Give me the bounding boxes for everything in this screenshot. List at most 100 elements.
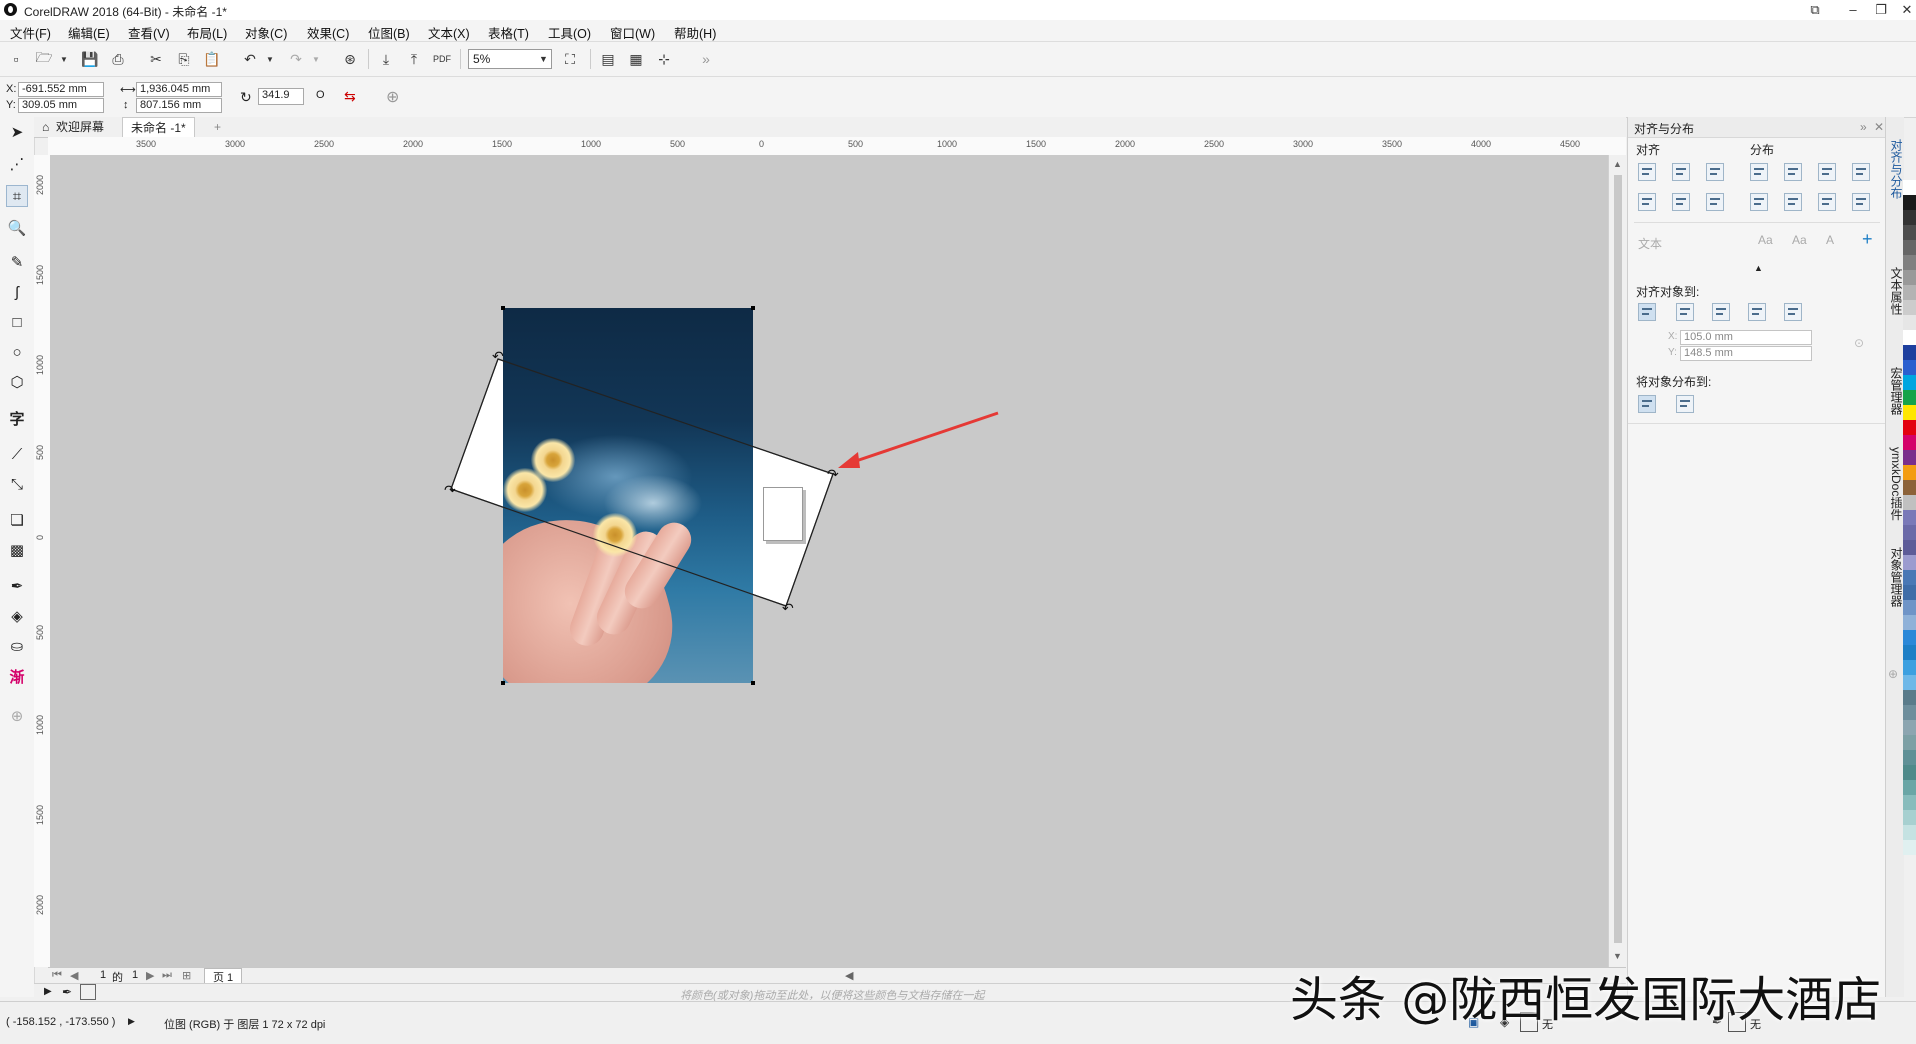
smart-fill-icon[interactable]: ⛀	[6, 635, 28, 657]
palette-swatch[interactable]	[1903, 825, 1916, 840]
palette-swatch[interactable]	[1903, 525, 1916, 540]
docker-collapse-icon[interactable]: »	[1860, 120, 1867, 134]
gradient-plugin-icon[interactable]: 渐	[6, 665, 28, 687]
transparency-icon[interactable]: ▩	[6, 539, 28, 561]
palette-swatch[interactable]	[1903, 465, 1916, 480]
toolbar-overflow-icon[interactable]: »	[696, 49, 716, 69]
text-first-baseline-icon[interactable]: Aa	[1758, 233, 1773, 247]
connector-tool-icon[interactable]: ⤡	[6, 473, 28, 495]
palette-swatch[interactable]	[1903, 615, 1916, 630]
next-page-icon[interactable]: ▶	[146, 969, 154, 982]
undo-dropdown-icon[interactable]: ▼	[260, 49, 280, 69]
print-icon[interactable]: ⎙	[108, 49, 128, 69]
tab-document[interactable]: 未命名 -1*	[122, 117, 195, 138]
undo-icon[interactable]: ↶	[240, 49, 260, 69]
palette-swatch[interactable]	[1903, 480, 1916, 495]
menu-help[interactable]: 帮助(H)	[674, 23, 716, 42]
align-center-h-icon[interactable]	[1672, 163, 1690, 181]
paste-icon[interactable]: 📋	[202, 49, 222, 69]
distribute-left-icon[interactable]	[1750, 163, 1768, 181]
zoom-tool-icon[interactable]: 🔍	[6, 217, 28, 239]
palette-swatch[interactable]	[1903, 390, 1916, 405]
crop-tool-icon[interactable]: ⌗	[6, 185, 28, 207]
palette-swatch[interactable]	[1903, 690, 1916, 705]
status-expand-icon[interactable]: ▶	[128, 1016, 135, 1027]
align-top-icon[interactable]	[1638, 193, 1656, 211]
publish-pdf-icon[interactable]: PDF	[432, 49, 452, 69]
palette-swatch[interactable]	[1903, 495, 1916, 510]
palette-swatch[interactable]	[1903, 345, 1916, 360]
section-collapse-icon[interactable]: ▲	[1754, 263, 1763, 273]
close-button[interactable]: ✕	[1892, 0, 1916, 20]
align-center-v-icon[interactable]	[1672, 193, 1690, 211]
align-to-active-objects-icon[interactable]	[1638, 303, 1656, 321]
eyedropper-icon[interactable]: ✒	[6, 575, 28, 597]
y-position-field[interactable]: 309.05 mm	[18, 98, 104, 113]
distribute-bottom-icon[interactable]	[1852, 193, 1870, 211]
palette-swatch[interactable]	[1903, 600, 1916, 615]
freehand-tool-icon[interactable]: ✎	[6, 251, 28, 273]
redo-icon[interactable]: ↷	[286, 49, 306, 69]
rectangle-tool-icon[interactable]: □	[6, 311, 28, 333]
corel-connect-icon[interactable]: ⊛	[340, 49, 360, 69]
pick-point-icon[interactable]: ⊙	[1854, 336, 1864, 350]
palette-eyedropper-icon[interactable]: ✒	[62, 985, 72, 999]
palette-swatch[interactable]	[1903, 780, 1916, 795]
text-tool-icon[interactable]: 字	[6, 407, 28, 429]
menu-view[interactable]: 查看(V)	[128, 23, 170, 42]
tab-welcome[interactable]: 欢迎屏幕	[48, 117, 112, 137]
menu-edit[interactable]: 编辑(E)	[68, 23, 110, 42]
palette-swatch[interactable]	[1903, 330, 1916, 345]
import-icon[interactable]: ⤓	[376, 49, 396, 69]
cut-icon[interactable]: ✂	[146, 49, 166, 69]
palette-swatch[interactable]	[1903, 255, 1916, 270]
align-to-grid-icon[interactable]	[1748, 303, 1766, 321]
height-field[interactable]: 807.156 mm	[136, 98, 222, 113]
palette-swatch[interactable]	[1903, 270, 1916, 285]
mirror-icon[interactable]: ⇆	[344, 88, 356, 105]
palette-expand-icon[interactable]: ▶	[44, 986, 52, 997]
distribute-to-selection-icon[interactable]	[1638, 395, 1656, 413]
add-page-icon[interactable]: ⊞	[182, 969, 191, 982]
no-color-swatch-icon[interactable]	[80, 984, 96, 1000]
help-window-icon[interactable]: ⧉	[1800, 0, 1830, 20]
palette-swatch[interactable]	[1903, 510, 1916, 525]
dock-add-icon[interactable]: ⊕	[1888, 667, 1898, 681]
palette-swatch[interactable]	[1903, 285, 1916, 300]
palette-swatch[interactable]	[1903, 420, 1916, 435]
menu-window[interactable]: 窗口(W)	[610, 23, 655, 42]
palette-swatch[interactable]	[1903, 750, 1916, 765]
export-icon[interactable]: ⤒	[404, 49, 424, 69]
minimize-button[interactable]: –	[1838, 0, 1868, 20]
grid-icon[interactable]: ▦	[626, 49, 646, 69]
add-tool-icon[interactable]: ⊕	[6, 705, 28, 727]
ellipse-tool-icon[interactable]: ○	[6, 341, 28, 363]
first-page-icon[interactable]: ⏮	[52, 969, 62, 982]
palette-swatch[interactable]	[1903, 630, 1916, 645]
menu-text[interactable]: 文本(X)	[428, 23, 470, 42]
palette-swatch[interactable]	[1903, 645, 1916, 660]
horizontal-ruler[interactable]: 3500 3000 2500 2000 1500 1000 500 0 500 1000 1500 2…	[48, 137, 1626, 156]
palette-swatch[interactable]	[1903, 795, 1916, 810]
text-last-baseline-icon[interactable]: Aa	[1792, 233, 1807, 247]
width-field[interactable]: 1,936.045 mm	[136, 82, 222, 97]
align-left-icon[interactable]	[1638, 163, 1656, 181]
artistic-media-icon[interactable]: ʃ	[6, 281, 28, 303]
drawing-canvas[interactable]: ↶ ↷ ↶ ↷	[50, 155, 1608, 967]
drop-shadow-icon[interactable]: ❏	[6, 509, 28, 531]
menu-tools[interactable]: 工具(O)	[548, 23, 591, 42]
menu-table[interactable]: 表格(T)	[488, 23, 529, 42]
palette-swatch[interactable]	[1903, 360, 1916, 375]
full-screen-icon[interactable]: ⛶	[560, 49, 580, 69]
align-to-x-field[interactable]: 105.0 mm	[1680, 330, 1812, 345]
palette-swatch[interactable]	[1903, 405, 1916, 420]
menu-effects[interactable]: 效果(C)	[307, 23, 349, 42]
distribute-center-v-icon[interactable]	[1784, 193, 1802, 211]
palette-swatch[interactable]	[1903, 570, 1916, 585]
guidelines-icon[interactable]: ⊹	[654, 49, 674, 69]
interactive-fill-icon[interactable]: ◈	[6, 605, 28, 627]
align-bottom-icon[interactable]	[1706, 193, 1724, 211]
align-right-icon[interactable]	[1706, 163, 1724, 181]
menu-object[interactable]: 对象(C)	[245, 23, 287, 42]
text-bbox-icon[interactable]: A	[1826, 233, 1834, 247]
